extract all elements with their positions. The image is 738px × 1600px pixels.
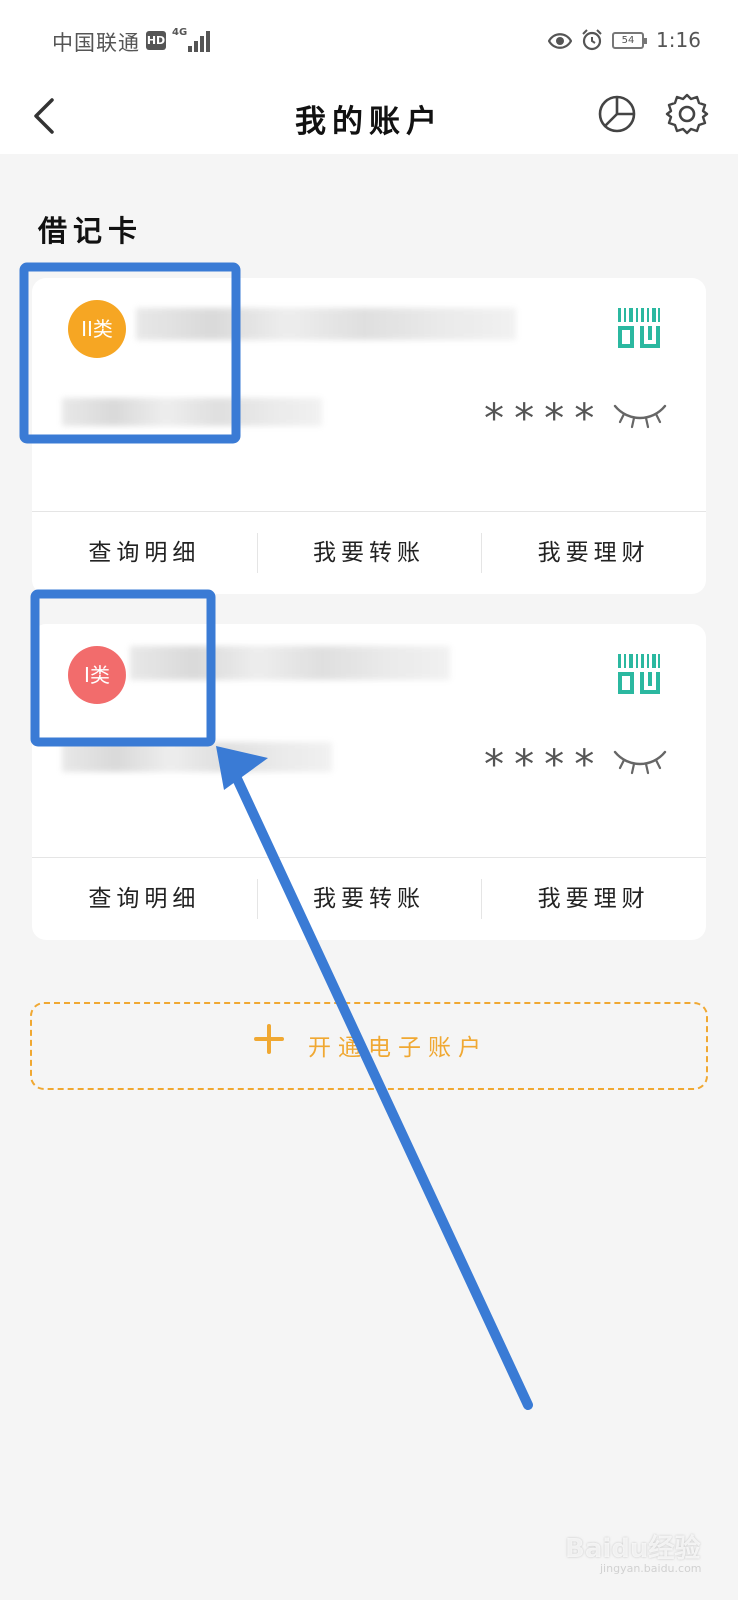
- watermark-url: jingyan.baidu.com: [600, 1562, 702, 1575]
- eye-closed-icon[interactable]: [612, 746, 668, 776]
- masked-card-number: [62, 398, 322, 426]
- debit-card-section-title: 借记卡: [38, 214, 144, 248]
- masked-account-name: [130, 646, 450, 680]
- carrier-label: 中国联通: [52, 31, 140, 55]
- eye-icon: [548, 33, 572, 49]
- open-e-account-button[interactable]: 开通电子账户: [30, 1002, 708, 1090]
- account-type-badge: II类: [68, 300, 126, 358]
- account-type-badge: I类: [68, 646, 126, 704]
- wealth-management-button[interactable]: 我要理财: [481, 858, 706, 940]
- transfer-button[interactable]: 我要转账: [256, 858, 482, 940]
- top-nav-bar: 我的账户: [0, 80, 738, 154]
- account-card[interactable]: II类 **** 查询明细 我要转账 我要理财: [32, 278, 706, 594]
- balance-hidden: ****: [482, 396, 603, 442]
- query-details-button[interactable]: 查询明细: [32, 858, 257, 940]
- qr-code-icon[interactable]: [616, 306, 662, 350]
- masked-card-number: [62, 742, 332, 772]
- pie-chart-icon[interactable]: [597, 94, 637, 134]
- clock: 1:16: [656, 28, 701, 52]
- balance-hidden: ****: [482, 742, 603, 788]
- qr-code-icon[interactable]: [616, 652, 662, 696]
- open-e-account-label: 开通电子账户: [308, 1035, 488, 1061]
- card-actions: 查询明细 我要转账 我要理财: [32, 512, 706, 594]
- wealth-management-button[interactable]: 我要理财: [481, 512, 706, 594]
- alarm-icon: [582, 29, 602, 51]
- hd-indicator: HD: [146, 31, 166, 50]
- gear-icon[interactable]: [665, 92, 709, 136]
- masked-account-name: [136, 308, 516, 340]
- plus-icon: [254, 1024, 284, 1054]
- card-actions: 查询明细 我要转账 我要理财: [32, 858, 706, 940]
- battery-indicator: 54: [612, 32, 647, 49]
- signal-icon: [184, 30, 210, 52]
- watermark: Baidu经验: [565, 1534, 701, 1564]
- status-bar: 中国联通 HD 4G 54 1:16: [0, 0, 738, 80]
- eye-closed-icon[interactable]: [612, 400, 668, 430]
- account-card[interactable]: I类 **** 查询明细 我要转账 我要理财: [32, 624, 706, 940]
- query-details-button[interactable]: 查询明细: [32, 512, 257, 594]
- transfer-button[interactable]: 我要转账: [256, 512, 482, 594]
